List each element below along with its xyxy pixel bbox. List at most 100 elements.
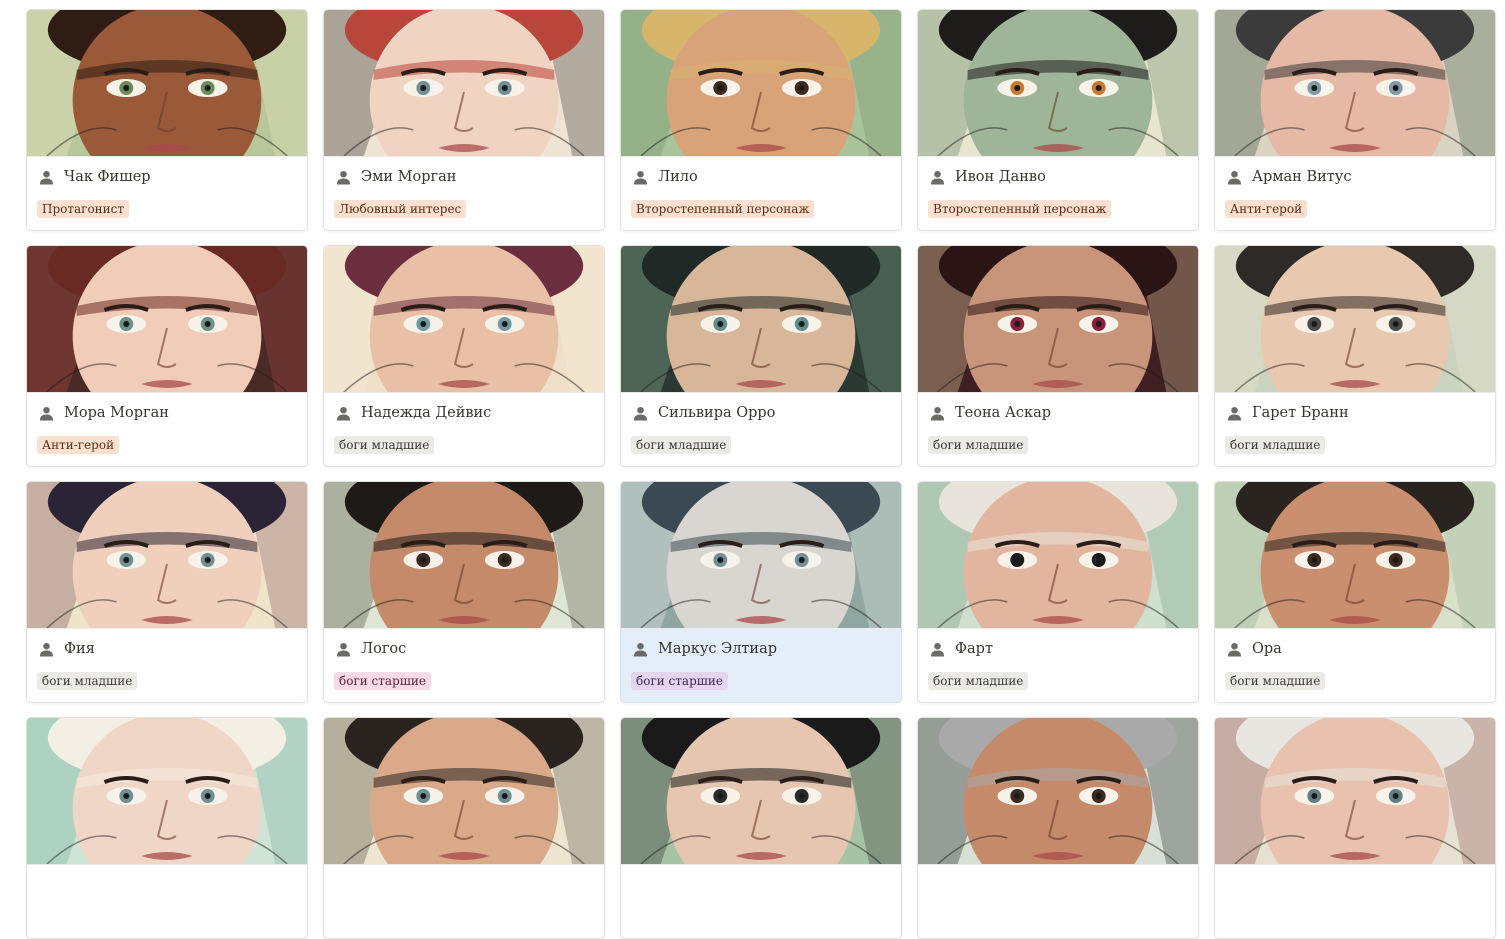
person-icon: [336, 406, 351, 421]
role-tag: Анти-герой: [37, 436, 120, 454]
card-cover-image: [1215, 10, 1495, 157]
card-title: Логос: [361, 641, 407, 657]
card-title-row: Ивон Данво: [930, 167, 1198, 187]
card-title-row: Сильвира Орро: [633, 403, 901, 423]
card-cover-image: [27, 482, 307, 629]
person-icon: [39, 642, 54, 657]
gallery-grid: Чак Фишер Протагонист Эми Морган Любовный и…: [26, 9, 1496, 939]
card-title-row: Мора Морган: [39, 403, 307, 423]
person-icon: [336, 642, 351, 657]
card-title-row: Эми Морган: [336, 167, 604, 187]
person-icon: [1227, 170, 1242, 185]
person-icon: [930, 642, 945, 657]
role-tag: Протагонист: [37, 200, 130, 218]
card-cover-image: [27, 10, 307, 157]
gallery-card[interactable]: [1214, 717, 1496, 939]
card-title: Мора Морган: [64, 405, 169, 421]
person-icon: [336, 170, 351, 185]
gallery-card[interactable]: [917, 717, 1199, 939]
card-title-row: Чак Фишер: [39, 167, 307, 187]
card-title-row: Логос: [336, 639, 604, 659]
gallery-card[interactable]: Лило Второстепенный персонаж: [620, 9, 902, 231]
gallery-card[interactable]: [323, 717, 605, 939]
gallery-card[interactable]: Логос боги старшие: [323, 481, 605, 703]
card-title: Фия: [64, 641, 95, 657]
card-cover-image: [27, 246, 307, 393]
card-cover-image: [1215, 718, 1495, 865]
card-title-row: Гарет Бранн: [1227, 403, 1495, 423]
person-icon: [633, 642, 648, 657]
card-cover-image: [324, 10, 604, 157]
gallery-card[interactable]: Эми Морган Любовный интерес: [323, 9, 605, 231]
card-title-row: Маркус Элтиар: [633, 639, 901, 659]
card-cover-image: [621, 718, 901, 865]
role-tag: боги старшие: [334, 672, 431, 690]
role-tag: Второстепенный персонаж: [928, 200, 1112, 218]
role-tag: боги старшие: [631, 672, 728, 690]
card-cover-image: [621, 246, 901, 393]
gallery-card[interactable]: Мора Морган Анти-герой: [26, 245, 308, 467]
gallery-card[interactable]: Сильвира Орро боги младшие: [620, 245, 902, 467]
gallery-card[interactable]: Гарет Бранн боги младшие: [1214, 245, 1496, 467]
gallery-card[interactable]: Теона Аскар боги младшие: [917, 245, 1199, 467]
card-title: Маркус Элтиар: [658, 641, 778, 657]
card-cover-image: [27, 718, 307, 865]
person-icon: [1227, 406, 1242, 421]
card-title-row: Надежда Дейвис: [336, 403, 604, 423]
role-tag: боги младшие: [37, 672, 138, 690]
card-cover-image: [621, 482, 901, 629]
card-cover-image: [918, 246, 1198, 393]
person-icon: [930, 406, 945, 421]
gallery-card[interactable]: Фия боги младшие: [26, 481, 308, 703]
gallery-card[interactable]: Надежда Дейвис боги младшие: [323, 245, 605, 467]
gallery-card[interactable]: Чак Фишер Протагонист: [26, 9, 308, 231]
person-icon: [633, 406, 648, 421]
card-title: Надежда Дейвис: [361, 405, 492, 421]
card-title: Лило: [658, 169, 698, 185]
person-icon: [39, 170, 54, 185]
card-title: Гарет Бранн: [1252, 405, 1349, 421]
card-title-row: Лило: [633, 167, 901, 187]
card-cover-image: [324, 718, 604, 865]
card-title: Ивон Данво: [955, 169, 1046, 185]
gallery-card[interactable]: Ивон Данво Второстепенный персонаж: [917, 9, 1199, 231]
gallery-card[interactable]: Арман Витус Анти-герой: [1214, 9, 1496, 231]
card-title: Теона Аскар: [955, 405, 1051, 421]
role-tag: боги младшие: [1225, 436, 1326, 454]
card-title-row: Фарт: [930, 639, 1198, 659]
card-title-row: Фия: [39, 639, 307, 659]
card-title: Чак Фишер: [64, 169, 151, 185]
person-icon: [633, 170, 648, 185]
person-icon: [39, 406, 54, 421]
gallery-card[interactable]: [620, 717, 902, 939]
gallery-card[interactable]: [26, 717, 308, 939]
card-cover-image: [621, 10, 901, 157]
card-cover-image: [918, 718, 1198, 865]
role-tag: боги младшие: [631, 436, 732, 454]
gallery-card[interactable]: Фарт боги младшие: [917, 481, 1199, 703]
card-title: Фарт: [955, 641, 993, 657]
card-cover-image: [324, 482, 604, 629]
card-cover-image: [918, 10, 1198, 157]
card-title: Эми Морган: [361, 169, 457, 185]
gallery-card[interactable]: Ора боги младшие: [1214, 481, 1496, 703]
role-tag: боги младшие: [928, 672, 1029, 690]
card-title-row: Арман Витус: [1227, 167, 1495, 187]
card-cover-image: [918, 482, 1198, 629]
card-cover-image: [1215, 246, 1495, 393]
card-title-row: Теона Аскар: [930, 403, 1198, 423]
role-tag: Любовный интерес: [334, 200, 467, 218]
card-cover-image: [1215, 482, 1495, 629]
person-icon: [1227, 642, 1242, 657]
role-tag: боги младшие: [334, 436, 435, 454]
role-tag: Анти-герой: [1225, 200, 1308, 218]
person-icon: [930, 170, 945, 185]
card-title-row: Ора: [1227, 639, 1495, 659]
card-title: Сильвира Орро: [658, 405, 776, 421]
role-tag: Второстепенный персонаж: [631, 200, 815, 218]
card-title: Ора: [1252, 641, 1282, 657]
role-tag: боги младшие: [928, 436, 1029, 454]
card-title: Арман Витус: [1252, 169, 1352, 185]
gallery-card[interactable]: Маркус Элтиар боги старшие: [620, 481, 902, 703]
role-tag: боги младшие: [1225, 672, 1326, 690]
